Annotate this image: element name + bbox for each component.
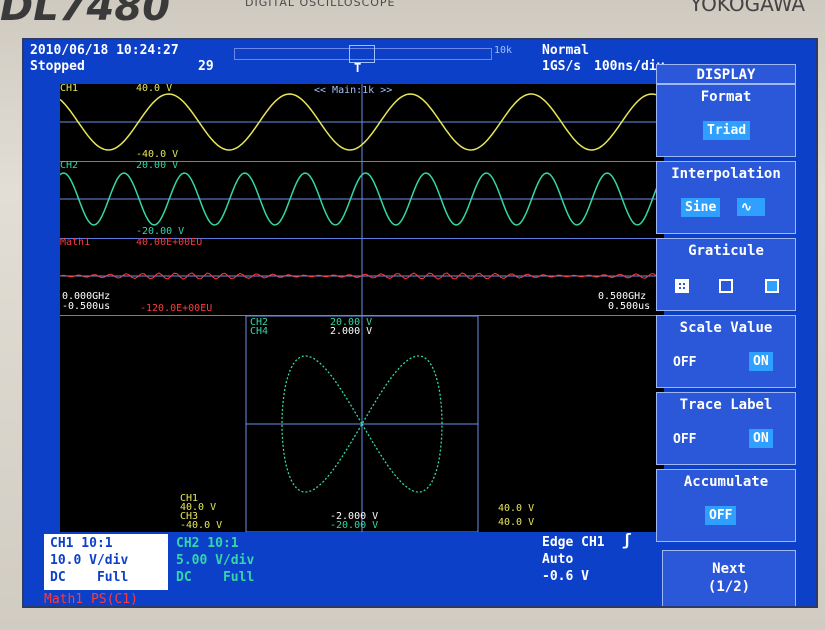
- xy-left-bottom: -40.0 V: [180, 520, 223, 531]
- grid-fine-icon: [675, 279, 689, 293]
- math-right-time: 0.500us: [608, 301, 651, 312]
- ch1-setting-line2: 10.0 V/div: [50, 553, 129, 568]
- math-setting: Math1 PS(C1): [44, 592, 138, 607]
- scale-off: OFF: [673, 355, 697, 370]
- model-subtitle: DIGITAL OSCILLOSCOPE: [245, 0, 396, 9]
- format-button[interactable]: Format Triad: [656, 84, 796, 157]
- trigger-mode: Normal: [542, 43, 589, 58]
- main-zoom-label: << Main:1k >>: [314, 85, 393, 96]
- math-left-time: -0.500us: [62, 301, 111, 312]
- ch2-setting-line2: 5.00 V/div: [176, 553, 255, 568]
- format-value: Triad: [703, 121, 751, 140]
- timebase: 100ns/div: [594, 59, 665, 74]
- trigger-edge-icon: ʃ: [622, 530, 632, 549]
- ch1-setting-line3: DC Full: [50, 570, 129, 585]
- ch1-name: CH1: [60, 83, 79, 94]
- xy-bottom-scale2: -20.00 V: [330, 520, 379, 531]
- grid-cross-icon: [765, 279, 779, 293]
- record-length: 10k: [494, 45, 513, 56]
- ch2-bottom-scale: -20.00 V: [136, 226, 185, 237]
- next-button[interactable]: Next (1/2): [662, 550, 796, 606]
- trigger-auto: Auto: [542, 552, 574, 567]
- acq-state: Stopped: [30, 59, 85, 74]
- graticule-button[interactable]: Graticule: [656, 238, 796, 311]
- record-window: [349, 45, 375, 63]
- interpolation-button[interactable]: Interpolation Sine ∿: [656, 161, 796, 234]
- ch2-top-scale: 20.00 V: [136, 160, 179, 171]
- sample-rate: 1GS/s: [542, 59, 582, 74]
- xy-x-label2: CH4: [250, 326, 269, 337]
- accumulate-button[interactable]: Accumulate OFF: [656, 469, 796, 542]
- grid-frame-icon: [719, 279, 733, 293]
- xy-right-top: 40.0 V: [498, 503, 535, 514]
- interpolation-value: Sine: [681, 198, 721, 217]
- scale-value-button[interactable]: Scale Value OFF ON: [656, 315, 796, 388]
- ch1-setting-line1: CH1 10:1: [50, 536, 113, 551]
- waveform-area[interactable]: CH1 40.0 V -40.0 V << Main:1k >> CH2 20.…: [60, 84, 664, 532]
- trigger-position-marker: T: [354, 61, 362, 75]
- trace-label-button[interactable]: Trace Label OFF ON: [656, 392, 796, 465]
- record-position-bar[interactable]: [234, 45, 492, 63]
- acq-count: 29: [198, 59, 214, 74]
- trace-off: OFF: [673, 432, 697, 447]
- ch2-name: CH2: [60, 160, 79, 171]
- menu-title: DISPLAY: [656, 64, 796, 84]
- trace-on: ON: [749, 429, 773, 448]
- xy-top-scale2: 2.000 V: [330, 326, 373, 337]
- math-name: Math1: [60, 237, 91, 248]
- math-bottom-scale: -120.0E+00EU: [140, 303, 213, 314]
- ch1-bottom-scale: -40.0 V: [136, 149, 179, 160]
- sine-wave-icon: ∿: [737, 198, 765, 216]
- maker-name: YOKOGAWA: [690, 0, 806, 16]
- accumulate-value: OFF: [705, 506, 737, 525]
- ch2-setting-line1: CH2 10:1: [176, 536, 239, 551]
- ch2-settings[interactable]: CH2 10:1 5.00 V/div DC Full: [172, 534, 292, 590]
- model-name: DL7480: [0, 0, 171, 30]
- scale-on: ON: [749, 352, 773, 371]
- ch1-top-scale: 40.0 V: [136, 83, 173, 94]
- scope-screen: 2010/06/18 10:24:27 Stopped 29 10k T Nor…: [22, 38, 818, 608]
- datetime: 2010/06/18 10:24:27: [30, 43, 179, 58]
- trigger-level: -0.6 V: [542, 569, 589, 584]
- xy-right-bottom: 40.0 V: [498, 517, 535, 528]
- math-top-scale: 40.00E+00EU: [136, 237, 203, 248]
- trigger-type: Edge CH1: [542, 535, 605, 550]
- ch2-setting-line3: DC Full: [176, 570, 255, 585]
- ch1-settings[interactable]: CH1 10:1 10.0 V/div DC Full: [44, 534, 168, 590]
